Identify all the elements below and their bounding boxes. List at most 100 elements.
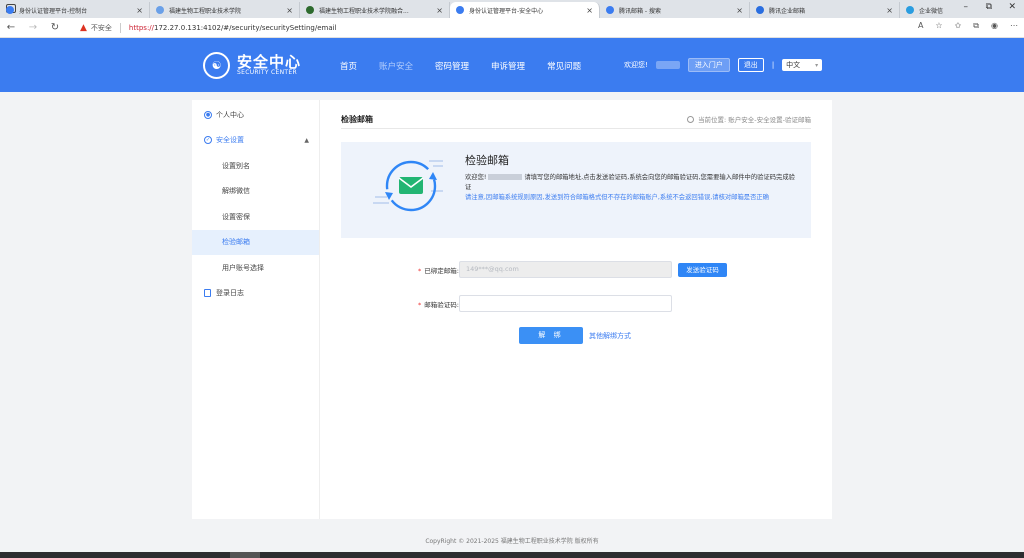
back-icon[interactable]: ← xyxy=(0,22,22,33)
sidebar-item-label: 登录日志 xyxy=(216,289,244,298)
breadcrumb: 当前位置: 账户安全-安全设置-验证邮箱 xyxy=(687,114,811,124)
browser-tab[interactable]: 企业微信× xyxy=(900,2,1024,18)
notice-text: 请注意,因邮箱系统规则原因,发送到符合邮箱格式但不存在的邮箱账户,系统不会返回错… xyxy=(465,194,769,201)
close-tab-icon[interactable]: × xyxy=(436,6,443,15)
browser-tab[interactable]: 腾讯企业邮箱 × xyxy=(750,2,900,18)
close-tab-icon[interactable]: × xyxy=(286,6,293,15)
chevron-up-icon: ▲ xyxy=(304,136,309,144)
tab-favicon-icon xyxy=(6,6,14,14)
tab-favicon-icon xyxy=(156,6,164,14)
code-row: * 邮箱验证码: xyxy=(341,295,811,313)
address-bar: ← → ↻ ▲ 不安全 https://172.27.0.131:4102/#/… xyxy=(0,18,1024,38)
bound-email-field[interactable]: 149***@qq.com xyxy=(459,261,672,278)
read-aloud-icon[interactable]: A xyxy=(918,21,923,31)
browser-tab[interactable]: 身份认证管理平台-安全中心 × xyxy=(450,2,600,18)
close-tab-icon[interactable]: × xyxy=(736,6,743,15)
close-window-icon[interactable]: ✕ xyxy=(1008,2,1016,12)
favorites-bar-icon[interactable]: ✩ xyxy=(955,21,962,31)
browser-tab[interactable]: 福建生物工程职业技术学院融合... × xyxy=(300,2,450,18)
code-label-text: 邮箱验证码: xyxy=(424,301,459,309)
warning-icon: ▲ xyxy=(80,22,87,33)
location-icon xyxy=(687,115,695,123)
nav-item[interactable]: 常见问题 xyxy=(547,60,581,72)
info-title: 检验邮箱 xyxy=(465,154,509,167)
tab-title: 身份认证管理平台-安全中心 xyxy=(469,7,544,15)
close-tab-icon[interactable]: × xyxy=(136,6,143,15)
nav-item[interactable]: 密码管理 xyxy=(435,60,469,72)
nav-item[interactable]: 账户安全 xyxy=(379,60,413,72)
email-label: * 已绑定邮箱: xyxy=(418,265,459,275)
tab-title: 福建生物工程职业技术学院融合... xyxy=(319,7,409,15)
forward-icon[interactable]: → xyxy=(22,22,44,33)
tab-favicon-icon xyxy=(606,6,614,14)
close-tab-icon[interactable]: × xyxy=(886,6,893,15)
url-field[interactable]: https://172.27.0.131:4102/#/security/sec… xyxy=(129,24,337,32)
sidebar-group-security[interactable]: ✓ 安全设置 ▲ xyxy=(192,128,319,154)
send-code-button[interactable]: 发送验证码 xyxy=(678,263,727,277)
tab-title: 腾讯企业邮箱 xyxy=(769,7,806,15)
language-value: 中文 xyxy=(786,61,801,69)
browser-tab-bar: 身份认证管理平台-控制台 × 福建生物工程职业技术学院 × 福建生物工程职业技术学院融合… xyxy=(0,0,1024,18)
page-title: 检验邮箱 xyxy=(341,115,373,124)
username-redacted xyxy=(488,174,523,180)
collections-icon[interactable]: ⧉ xyxy=(973,21,979,31)
sidebar: ● 个人中心 ✓ 安全设置 ▲ 设置别名 解绑微信 设置密保 检验邮箱 用户账号选择 登… xyxy=(192,100,320,519)
sidebar-item-login-log[interactable]: 登录日志 xyxy=(192,281,319,307)
minimize-icon[interactable]: – xyxy=(964,2,969,12)
tab-favicon-icon xyxy=(306,6,314,14)
tab-title: 腾讯邮箱 - 搜索 xyxy=(619,7,661,15)
other-unbind-link[interactable]: 其他解绑方式 xyxy=(589,331,631,341)
sidebar-item-personal[interactable]: ● 个人中心 xyxy=(192,102,319,128)
sidebar-subitem[interactable]: 解绑微信 xyxy=(192,179,319,205)
document-icon xyxy=(204,289,211,298)
profile-icon[interactable]: ◉ xyxy=(991,21,998,31)
taskbar-item[interactable] xyxy=(230,552,260,558)
sidebar-subitem[interactable]: 设置别名 xyxy=(192,153,319,179)
tab-favicon-icon xyxy=(756,6,764,14)
welcome-text: 欢迎您! xyxy=(624,61,648,69)
email-row: * 已绑定邮箱: 149***@qq.com 发送验证码 xyxy=(341,261,811,279)
required-mark: * xyxy=(418,301,422,309)
nav-item[interactable]: 申诉管理 xyxy=(491,60,525,72)
favorite-icon[interactable]: ☆ xyxy=(935,21,942,31)
logout-button[interactable]: 退出 xyxy=(737,58,764,72)
footer-copyright: CopyRight © 2021-2025 福建生物工程职业技术学院 版权所有 xyxy=(425,538,599,545)
security-submenu: 设置别名 解绑微信 设置密保 检验邮箱 用户账号选择 xyxy=(192,153,319,281)
more-icon[interactable]: ⋯ xyxy=(1010,21,1018,31)
info-box: 检验邮箱 欢迎您! 请填写您的邮箱地址,点击发送验证码,系统会向您的邮箱验证码,… xyxy=(341,142,811,238)
sidebar-item-label: 个人中心 xyxy=(216,110,244,119)
email-label-text: 已绑定邮箱: xyxy=(424,267,459,275)
browser-tab[interactable]: 福建生物工程职业技术学院 × xyxy=(150,2,300,18)
unbind-button[interactable]: 解 绑 xyxy=(519,327,583,344)
main-panel: ● 个人中心 ✓ 安全设置 ▲ 设置别名 解绑微信 设置密保 检验邮箱 用户账号选择 登… xyxy=(192,100,832,519)
username-redacted xyxy=(655,61,680,69)
user-icon: ● xyxy=(204,110,212,119)
tab-title: 身份认证管理平台-控制台 xyxy=(19,7,88,15)
welcome-text: 欢迎您! xyxy=(465,174,487,181)
email-illustration-icon xyxy=(373,160,443,212)
portal-button[interactable]: 进入门户 xyxy=(687,58,730,72)
verification-code-input[interactable] xyxy=(459,295,672,312)
browser-tab[interactable]: 身份认证管理平台-控制台 × xyxy=(0,2,150,18)
close-tab-icon[interactable]: × xyxy=(586,6,593,15)
required-mark: * xyxy=(418,267,422,275)
shield-icon: ✓ xyxy=(204,136,212,145)
divider: | xyxy=(771,61,775,69)
reload-icon[interactable]: ↻ xyxy=(44,22,66,33)
browser-actions: A ☆ ✩ ⧉ ◉ ⋯ xyxy=(918,21,1018,31)
divider xyxy=(341,128,811,129)
browser-tab[interactable]: 腾讯邮箱 - 搜索 × xyxy=(600,2,750,18)
taskbar xyxy=(0,552,1024,558)
language-select[interactable]: 中文 ▾ xyxy=(782,59,823,71)
site-header: ☯ 安全中心 SECURITY CENTER 首页 账户安全 密码管理 申诉管理 常见问… xyxy=(0,38,1024,92)
restore-icon[interactable]: ⧉ xyxy=(986,2,992,12)
logo-icon[interactable]: ☯ xyxy=(203,52,230,79)
sidebar-subitem[interactable]: 用户账号选择 xyxy=(192,255,319,281)
security-indicator[interactable]: ▲ 不安全 xyxy=(80,23,112,33)
sidebar-subitem[interactable]: 设置密保 xyxy=(192,204,319,230)
code-label: * 邮箱验证码: xyxy=(418,299,459,309)
sidebar-subitem[interactable]: 检验邮箱 xyxy=(192,229,319,255)
nav-item[interactable]: 首页 xyxy=(340,60,357,72)
url-protocol: https:// xyxy=(128,23,155,32)
header-user-area: 欢迎您! 进入门户 退出 | 中文 ▾ xyxy=(624,58,823,72)
